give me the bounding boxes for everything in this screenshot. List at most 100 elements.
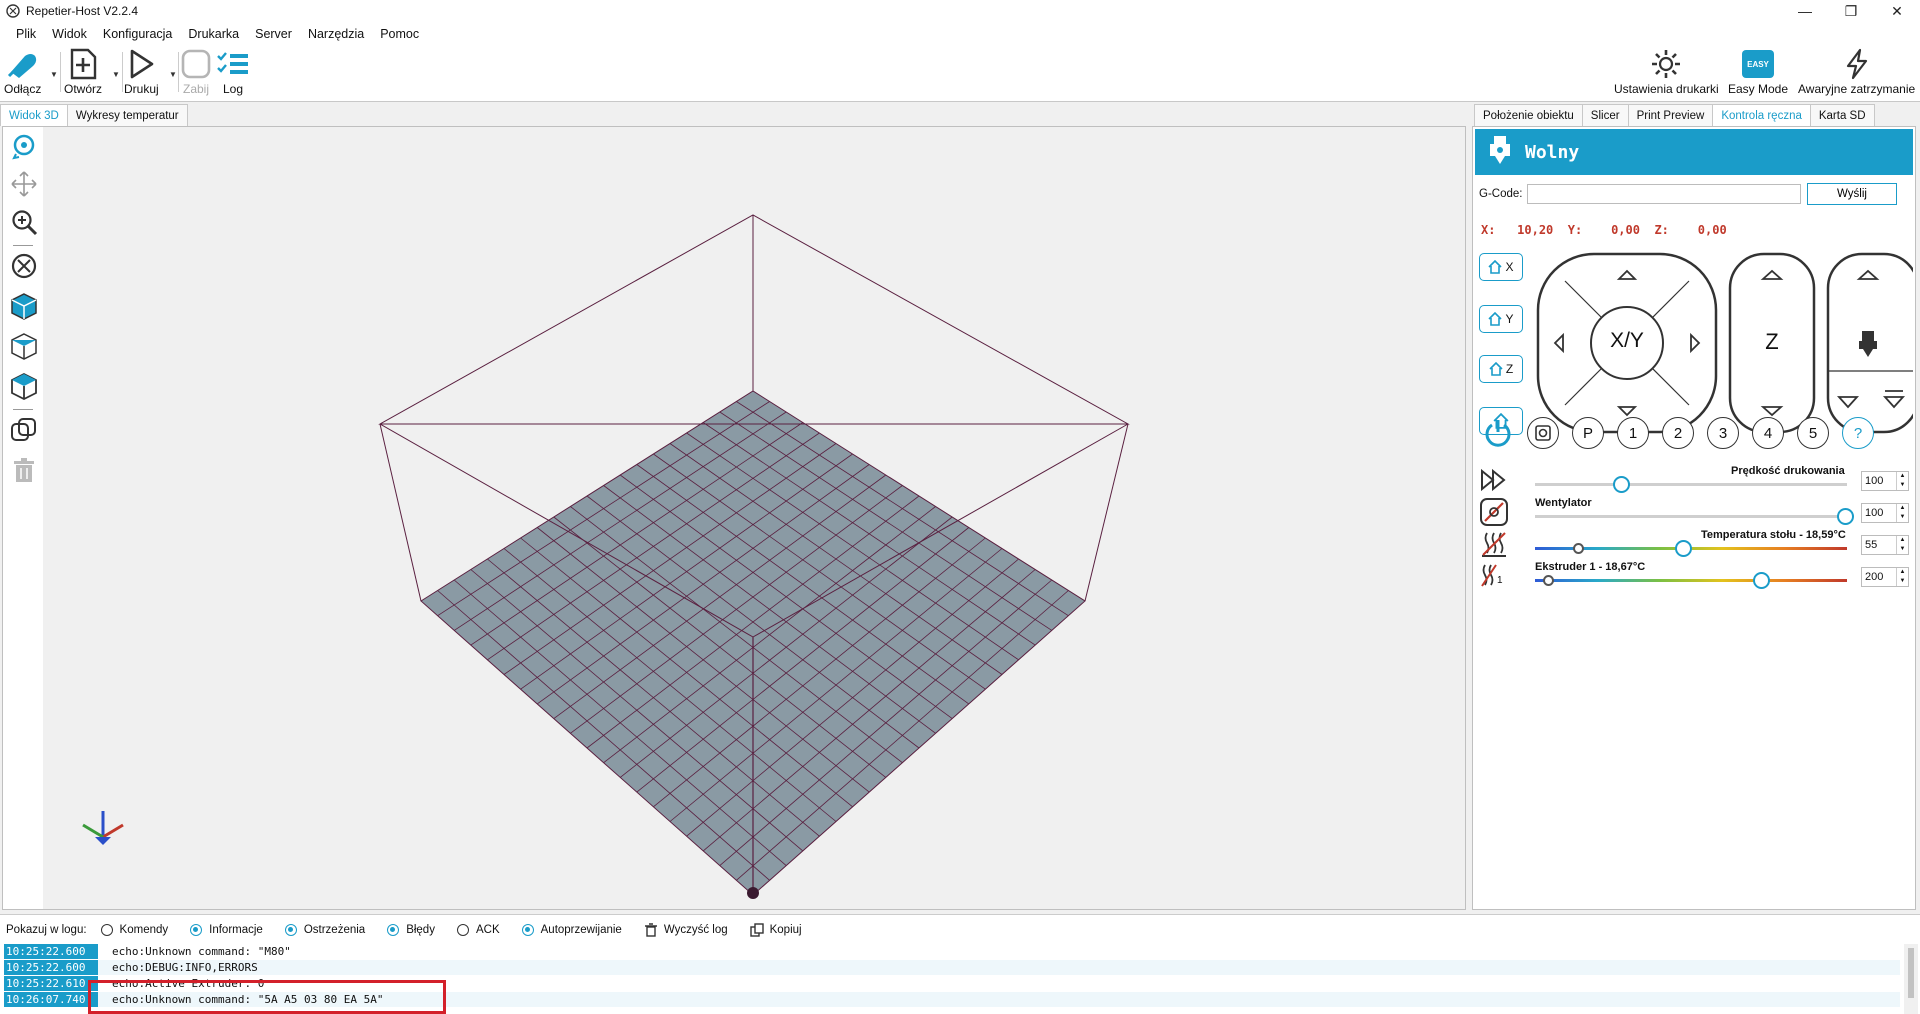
3d-scene[interactable] [43, 127, 1465, 909]
axis-gizmo-base [95, 837, 111, 845]
preset-5-button[interactable]: 5 [1797, 417, 1829, 449]
extruder-temp-spinner[interactable]: 200 ▲ ▼ [1861, 567, 1909, 587]
list-check-icon [217, 52, 248, 74]
kill-label: Zabij [182, 82, 209, 96]
x-value: 10,20 [1517, 223, 1554, 237]
home-z-button[interactable]: Z [1479, 355, 1523, 383]
print-speed-slider[interactable] [1613, 476, 1630, 493]
filter-warnings-label: Ostrzeżenia [303, 923, 366, 936]
print-speed-spinner[interactable]: 100 ▲ ▼ [1861, 471, 1909, 491]
extruder-temp-track[interactable] [1535, 579, 1847, 582]
filter-autoscroll[interactable]: Autoprzewijanie [521, 923, 622, 936]
3d-view[interactable] [2, 126, 1466, 910]
bed-temp-slider[interactable] [1675, 540, 1692, 557]
gcode-input[interactable] [1527, 184, 1801, 204]
filter-commands[interactable]: Komendy [100, 923, 168, 936]
home-x-button[interactable]: X [1479, 253, 1523, 281]
extruder-temp-slider[interactable] [1753, 572, 1770, 589]
play-icon [131, 49, 154, 79]
filter-errors[interactable]: Błędy [387, 923, 435, 936]
fit-view-icon[interactable] [9, 251, 39, 281]
log-scrollbar-thumb[interactable] [1908, 948, 1914, 998]
preset-1-button[interactable]: 1 [1617, 417, 1649, 449]
disconnect-dropdown-icon[interactable]: ▼ [50, 70, 58, 79]
easy-mode-button[interactable]: EASY Easy Mode [1728, 48, 1788, 96]
print-speed-track[interactable] [1535, 483, 1847, 486]
menu-tools[interactable]: Narzędzia [300, 27, 372, 41]
fan-track[interactable] [1535, 515, 1847, 518]
zoom-icon[interactable] [9, 207, 39, 237]
filter-warnings-radio[interactable] [284, 923, 297, 936]
clear-log-button[interactable]: Wyczyść log [644, 922, 728, 937]
extruder-jog-pad[interactable] [1825, 251, 1913, 435]
menu-view[interactable]: Widok [44, 27, 95, 41]
objects-icon[interactable] [9, 415, 39, 445]
print-button[interactable]: Drukuj [124, 48, 159, 96]
home-icon [1488, 312, 1503, 326]
trash-icon[interactable] [9, 455, 39, 485]
send-button[interactable]: Wyślij [1807, 183, 1897, 205]
home-z-label: Z [1505, 362, 1514, 376]
power-button[interactable] [1483, 417, 1513, 447]
print-dropdown-icon[interactable]: ▼ [169, 70, 177, 79]
tab-manual-control[interactable]: Kontrola ręczna [1712, 104, 1811, 126]
printer-settings-button[interactable]: Ustawienia drukarki [1614, 48, 1719, 96]
bed-temp-row: Temperatura stołu - 18,59°C 55 ▲ ▼ [1479, 529, 1909, 559]
tab-slicer[interactable]: Slicer [1581, 104, 1629, 126]
tab-sd-card[interactable]: Karta SD [1809, 104, 1875, 126]
log-filter-label: Pokazuj w logu: [6, 923, 87, 936]
tab-print-preview[interactable]: Print Preview [1627, 104, 1714, 126]
menu-config[interactable]: Konfiguracja [95, 27, 181, 41]
preset-2-button[interactable]: 2 [1662, 417, 1694, 449]
filter-info[interactable]: Informacje [190, 923, 263, 936]
kill-button[interactable]: Zabij [180, 48, 212, 96]
copy-log-button[interactable]: Kopiuj [749, 922, 802, 937]
filter-errors-radio[interactable] [387, 923, 400, 936]
filter-warnings[interactable]: Ostrzeżenia [284, 923, 366, 936]
filter-autoscroll-radio[interactable] [521, 923, 534, 936]
fan-slider[interactable] [1837, 508, 1854, 525]
clear-log-label: Wyczyść log [663, 923, 728, 936]
view-front-icon[interactable] [9, 331, 39, 361]
filter-info-radio[interactable] [190, 923, 203, 936]
bed-temp-current-marker [1573, 543, 1584, 554]
restore-button[interactable]: ❐ [1828, 0, 1874, 22]
log-time: 10:26:07.740 [4, 992, 98, 1007]
help-button[interactable]: ? [1842, 417, 1874, 449]
log-message: echo:Unknown command: "M80" [112, 945, 291, 958]
preset-p-button[interactable]: P [1572, 417, 1604, 449]
filter-ack[interactable]: ACK [456, 923, 500, 936]
menu-server[interactable]: Server [247, 27, 300, 41]
disconnect-button[interactable]: Odłącz [4, 48, 41, 96]
tab-object-placement[interactable]: Położenie obiektu [1474, 104, 1583, 126]
move-view-icon[interactable] [9, 169, 39, 199]
log-button[interactable]: Log [216, 48, 250, 96]
bed-temp-spinner[interactable]: 55 ▲ ▼ [1861, 535, 1909, 555]
log-scrollbar[interactable] [1904, 944, 1918, 1014]
open-button[interactable]: Otwórz [64, 48, 102, 96]
print-label: Drukuj [124, 82, 159, 96]
home-y-button[interactable]: Y [1479, 305, 1523, 333]
rotate-view-icon[interactable] [9, 131, 39, 161]
stop-motor-button[interactable] [1527, 417, 1559, 449]
preset-3-button[interactable]: 3 [1707, 417, 1739, 449]
target-icon [1535, 425, 1551, 441]
view-top-icon[interactable] [9, 371, 39, 401]
menu-printer[interactable]: Drukarka [180, 27, 247, 41]
tab-temperature-charts[interactable]: Wykresy temperatur [66, 104, 188, 126]
filter-errors-label: Błędy [406, 923, 435, 936]
view-iso-icon[interactable] [9, 291, 39, 321]
extruder-temp-row: 1 Ekstruder 1 - 18,67°C 200 ▲ ▼ [1479, 561, 1909, 591]
tab-3d-view[interactable]: Widok 3D [0, 104, 68, 126]
fan-spinner[interactable]: 100 ▲ ▼ [1861, 503, 1909, 523]
filter-commands-radio[interactable] [100, 923, 113, 936]
close-button[interactable]: ✕ [1874, 0, 1920, 22]
emergency-stop-button[interactable]: Awaryjne zatrzymanie [1798, 48, 1915, 96]
filter-ack-radio[interactable] [456, 923, 469, 936]
menu-help[interactable]: Pomoc [372, 27, 427, 41]
preset-4-button[interactable]: 4 [1752, 417, 1784, 449]
open-dropdown-icon[interactable]: ▼ [112, 70, 120, 79]
menu-file[interactable]: Plik [8, 27, 44, 41]
log-time: 10:25:22.600 [4, 944, 98, 959]
minimize-button[interactable]: — [1782, 0, 1828, 22]
